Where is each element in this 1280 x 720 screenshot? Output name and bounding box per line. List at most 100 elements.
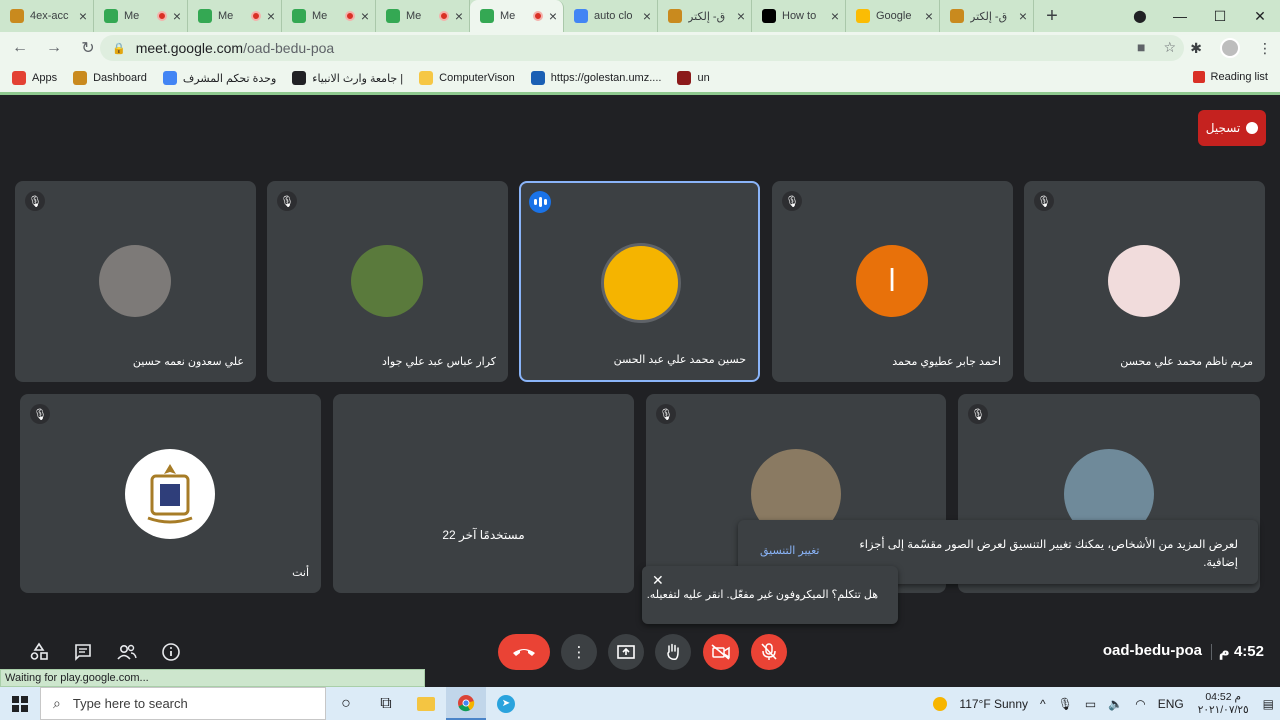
bookmark-item[interactable]: Apps — [12, 71, 57, 85]
browser-tab[interactable]: Me × — [188, 0, 282, 32]
participant-tile-active-speaker[interactable]: حسين محمد علي عبد الحسن — [519, 181, 760, 382]
bookmark-item[interactable]: https://golestan.umz.... — [530, 71, 662, 85]
close-tab-icon[interactable]: × — [79, 8, 87, 24]
reload-icon[interactable]: ↻ — [74, 38, 102, 58]
browser-tab[interactable]: Me × — [470, 0, 564, 32]
raise-hand-button[interactable] — [655, 634, 691, 670]
reading-list[interactable]: Reading list — [1192, 71, 1268, 83]
forward-arrow-icon[interactable]: → — [40, 39, 68, 57]
bookmark-item[interactable]: un — [677, 71, 710, 85]
show-hidden-icons-icon[interactable]: ^ — [1040, 697, 1046, 711]
chat-icon[interactable] — [71, 640, 95, 664]
weather-text[interactable]: 117°F Sunny — [959, 697, 1028, 711]
close-icon[interactable]: ✕ — [652, 572, 664, 589]
camera-blocked-icon[interactable]: ■ — [1137, 39, 1145, 56]
bookmark-item[interactable]: وحدة تحكم المشرف — [162, 71, 276, 85]
hand-icon — [667, 643, 679, 660]
minimize-button[interactable]: — — [1160, 8, 1200, 24]
more-options-button[interactable]: ⋮ — [561, 634, 597, 670]
mic-toggle-button[interactable] — [751, 634, 787, 670]
change-layout-link[interactable]: تغيير التنسيق — [760, 544, 820, 557]
browser-tab[interactable]: Me × — [282, 0, 376, 32]
activities-icon[interactable] — [27, 640, 51, 664]
close-tab-icon[interactable]: × — [173, 8, 181, 24]
browser-tab[interactable]: Me × — [376, 0, 470, 32]
close-tab-icon[interactable]: × — [267, 8, 275, 24]
browser-tab[interactable]: 4ex-acc × — [0, 0, 94, 32]
close-tab-icon[interactable]: × — [643, 8, 651, 24]
weather-sun-icon[interactable] — [933, 696, 948, 711]
maximize-button[interactable]: ☐ — [1200, 8, 1240, 25]
tab-title: ق- إلكتر — [970, 10, 1008, 23]
network-icon[interactable]: ◠ — [1135, 697, 1145, 711]
bookmark-star-icon[interactable]: ☆ — [1163, 39, 1176, 56]
windows-start-button[interactable] — [0, 695, 40, 712]
close-tab-icon[interactable]: × — [549, 8, 557, 24]
participant-tile[interactable]: 🎙 ا احمد جابر عطيوي محمد — [772, 181, 1013, 382]
people-icon[interactable] — [115, 640, 139, 664]
leave-call-button[interactable] — [498, 634, 550, 670]
recording-indicator-icon — [532, 11, 543, 21]
search-icon: ⌕ — [53, 695, 61, 711]
tab-search-icon[interactable]: ⬤ — [1120, 9, 1160, 23]
camera-toggle-button[interactable] — [703, 634, 739, 670]
close-window-button[interactable]: ✕ — [1240, 8, 1280, 25]
battery-icon[interactable]: ▭ — [1085, 697, 1096, 711]
bookmark-item[interactable]: جامعة وارث الانبياء | — [292, 71, 403, 85]
close-tab-icon[interactable]: × — [455, 8, 463, 24]
back-arrow-icon[interactable]: ← — [6, 39, 34, 57]
new-tab-button[interactable]: + — [1038, 0, 1066, 32]
bookmark-label: https://golestan.umz.... — [550, 72, 662, 84]
address-bar[interactable]: 🔒 meet.google.com/oad-bedu-poa ■ ☆ — [100, 35, 1184, 61]
browser-tab[interactable]: Me × — [94, 0, 188, 32]
participant-name: مريم ناظم محمد علي محسن — [1120, 356, 1253, 368]
participant-tile[interactable]: 🎙 مريم ناظم محمد علي محسن — [1024, 181, 1265, 382]
close-tab-icon[interactable]: × — [737, 8, 745, 24]
tab-title: Me — [312, 10, 328, 22]
browser-tab[interactable]: auto clo × — [564, 0, 658, 32]
taskbar-search-input[interactable]: ⌕ Type here to search — [40, 687, 326, 720]
extensions-icon[interactable]: ✱ — [1190, 40, 1202, 57]
others-count: 22 مستخدمًا آخر — [442, 528, 525, 542]
tab-title: Me — [124, 10, 140, 22]
taskbar-clock[interactable]: 04:52 م ۲۰۲۱/۰۷/۲٥ — [1198, 691, 1249, 717]
volume-icon[interactable]: 🔈 — [1108, 697, 1123, 711]
tab-strip: 4ex-acc × Me × Me × Me × Me × Me × auto clo × ق- إلكتر… — [0, 0, 1280, 32]
close-tab-icon[interactable]: × — [925, 8, 933, 24]
mic-muted-popup: ✕ هل تتكلم؟ الميكروفون غير مفعّل. انقر ع… — [642, 566, 898, 624]
self-tile[interactable]: 🎙 أنت — [20, 394, 321, 593]
browser-tab[interactable]: Google × — [846, 0, 940, 32]
tab-favicon-icon — [762, 9, 776, 23]
mic-off-icon: 🎙 — [656, 404, 676, 424]
bookmark-item[interactable]: ComputerVison — [419, 71, 515, 85]
browser-tab[interactable]: How to × — [752, 0, 846, 32]
task-view-icon[interactable]: ⧉ — [366, 687, 406, 720]
file-explorer-icon[interactable] — [406, 687, 446, 720]
participant-avatar — [1108, 245, 1180, 317]
language-indicator[interactable]: ENG — [1158, 697, 1184, 711]
recording-badge[interactable]: تسجيل — [1198, 110, 1266, 146]
menu-dots-icon[interactable]: ⋮ — [1258, 40, 1272, 57]
present-screen-button[interactable] — [608, 634, 644, 670]
info-icon[interactable] — [159, 640, 183, 664]
browser-tab[interactable]: ق- إلكتر × — [940, 0, 1034, 32]
close-tab-icon[interactable]: × — [1019, 8, 1027, 24]
chrome-taskbar-icon[interactable] — [446, 687, 486, 720]
bookmark-label: ComputerVison — [439, 72, 515, 84]
notifications-icon[interactable]: ▤ — [1263, 697, 1274, 711]
lock-icon[interactable]: 🔒 — [112, 42, 126, 55]
profile-avatar[interactable] — [1220, 38, 1240, 58]
bookmark-item[interactable]: Dashboard — [73, 71, 147, 85]
participant-tile[interactable]: 🎙 كرار عباس عبد علي جواد — [267, 181, 508, 382]
browser-tab[interactable]: ق- إلكتر × — [658, 0, 752, 32]
tab-title: Me — [218, 10, 234, 22]
bookmark-icon — [12, 71, 26, 85]
microphone-icon[interactable]: 🎙 — [1058, 697, 1073, 711]
participant-tile[interactable]: 🎙 علي سعدون نعمه حسين — [15, 181, 256, 382]
cortana-icon[interactable]: ○ — [326, 687, 366, 720]
close-tab-icon[interactable]: × — [831, 8, 839, 24]
participant-name: كرار عباس عبد علي جواد — [381, 356, 496, 368]
telegram-icon[interactable]: ➤ — [486, 687, 526, 720]
others-tile[interactable]: 22 مستخدمًا آخر — [333, 394, 634, 593]
close-tab-icon[interactable]: × — [361, 8, 369, 24]
